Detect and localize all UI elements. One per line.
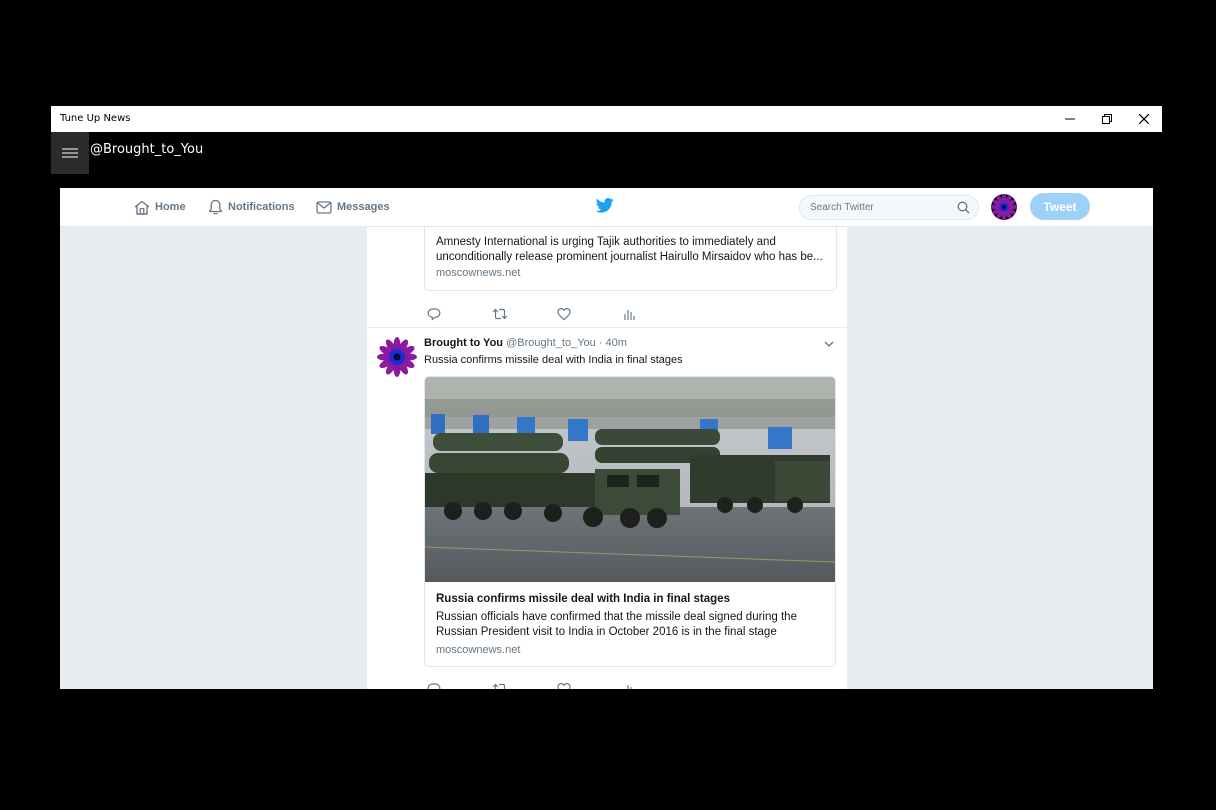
nav-notifications[interactable]: Notifications: [208, 188, 295, 226]
link-card[interactable]: Russia confirms missile deal with India …: [424, 376, 836, 667]
card-domain: moscownews.net: [436, 644, 521, 656]
nav-home-label: Home: [155, 201, 186, 213]
heart-icon[interactable]: [557, 307, 571, 321]
nav-messages-label: Messages: [337, 201, 390, 213]
tweet-button[interactable]: Tweet: [1030, 193, 1090, 220]
card-description: Amnesty International is urging Tajik au…: [436, 236, 823, 263]
card-title: Russia confirms missile deal with India …: [436, 593, 730, 605]
restore-button[interactable]: [1088, 106, 1125, 132]
twitter-bird-icon: [595, 198, 614, 213]
home-icon: [134, 200, 150, 215]
missile-launcher-photo: [425, 377, 835, 582]
profile-avatar[interactable]: [991, 194, 1017, 220]
mandala-avatar-icon: [377, 337, 417, 377]
analytics-icon[interactable]: [623, 682, 635, 689]
link-card[interactable]: Amnesty International is urging Tajik au…: [424, 227, 837, 291]
search-icon[interactable]: [957, 201, 970, 214]
twitter-nav-bar: Home Notifications Messages Search Twitt…: [60, 188, 1153, 227]
reply-icon[interactable]: [427, 682, 441, 689]
search-box[interactable]: [799, 195, 979, 220]
mandala-avatar-icon: [991, 194, 1017, 220]
account-name: @Brought_to_You: [90, 142, 204, 157]
retweet-icon[interactable]: [492, 307, 508, 321]
restore-icon: [1101, 114, 1112, 124]
chevron-down-icon[interactable]: [824, 341, 834, 348]
close-button[interactable]: [1125, 106, 1162, 132]
card-image: [425, 377, 835, 582]
twitter-logo[interactable]: [595, 198, 614, 218]
tweet-avatar[interactable]: [377, 337, 417, 377]
minimize-button[interactable]: [1051, 106, 1088, 132]
web-view: Home Notifications Messages Search Twitt…: [60, 188, 1153, 689]
tweet-header: Brought to You @Brought_to_You · 40m: [424, 337, 627, 349]
tweet-time[interactable]: · 40m: [599, 337, 627, 349]
search-input[interactable]: [810, 199, 950, 215]
title-bar: Tune Up News: [51, 106, 1162, 132]
hamburger-icon: [62, 148, 78, 158]
retweet-icon[interactable]: [492, 682, 508, 689]
author-name[interactable]: Brought to You: [424, 337, 503, 349]
tweet-text: Russia confirms missile deal with India …: [424, 354, 683, 366]
close-icon: [1138, 114, 1149, 124]
nav-notifications-label: Notifications: [228, 201, 295, 213]
tweet-actions: [427, 307, 647, 321]
author-handle[interactable]: @Brought_to_You: [506, 337, 596, 349]
window-title: Tune Up News: [60, 113, 131, 124]
tweet-actions: [427, 682, 647, 689]
heart-icon[interactable]: [557, 682, 571, 689]
app-header: @Brought_to_You: [51, 132, 1162, 188]
tweet-divider: [367, 327, 847, 328]
minimize-icon: [1064, 118, 1075, 120]
timeline: Amnesty International is urging Tajik au…: [366, 227, 848, 689]
envelope-icon: [316, 200, 332, 214]
menu-button[interactable]: [51, 132, 89, 174]
nav-messages[interactable]: Messages: [316, 188, 390, 226]
card-description: Russian officials have confirmed that th…: [436, 611, 797, 638]
analytics-icon[interactable]: [623, 307, 635, 321]
bell-icon: [208, 199, 223, 215]
card-domain: moscownews.net: [436, 267, 521, 279]
app-window: Tune Up News @Brought_to_You Home Notifi…: [51, 106, 1162, 689]
nav-home[interactable]: Home: [134, 188, 186, 226]
reply-icon[interactable]: [427, 307, 441, 321]
